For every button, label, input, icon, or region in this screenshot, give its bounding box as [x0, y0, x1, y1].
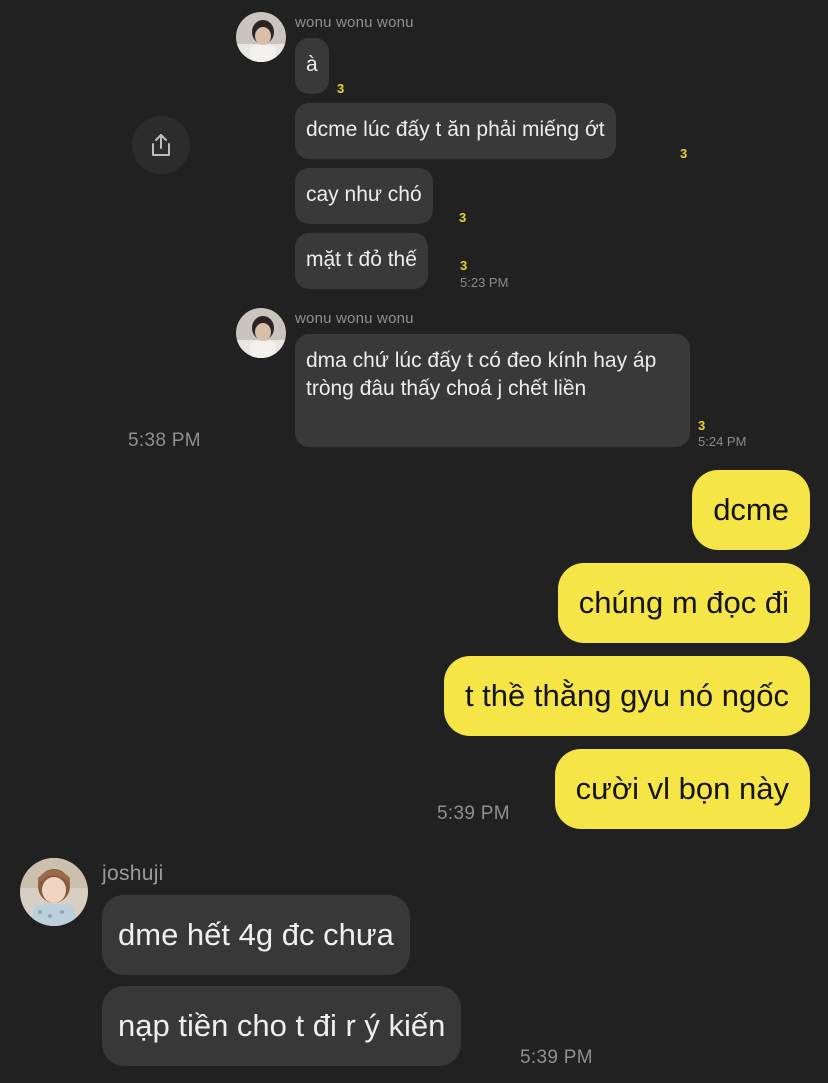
chat-screen: wonu wonu wonu à 3 dcme lúc đấy t ăn phả…: [0, 0, 828, 1083]
unread-count: 3: [460, 258, 468, 273]
inner-sender-name: wonu wonu wonu: [295, 310, 414, 327]
inner-message-bubble[interactable]: dma chứ lúc đấy t có đeo kính hay áp trò…: [295, 334, 690, 447]
inner-message-bubble[interactable]: mặt t đỏ thế: [295, 233, 428, 289]
sender-name: joshuji: [102, 862, 164, 885]
inner-message-time: 5:23 PM: [460, 275, 509, 290]
unread-count: 3: [337, 81, 345, 96]
outgoing-message-bubble[interactable]: dcme: [692, 470, 810, 550]
inner-message-bubble[interactable]: dcme lúc đấy t ăn phải miếng ớt: [295, 103, 616, 159]
inner-message-bubble[interactable]: cay như chó: [295, 168, 433, 224]
share-icon: [152, 134, 170, 156]
inner-avatar-wonu-2[interactable]: [236, 308, 286, 358]
avatar-photo-icon: [236, 12, 286, 62]
share-button[interactable]: [132, 116, 190, 174]
outgoing-message-bubble[interactable]: t thề thằng gyu nó ngốc: [443, 656, 810, 736]
inner-sender-name: wonu wonu wonu: [295, 14, 414, 31]
message-time: 5:39 PM: [437, 803, 510, 824]
outgoing-message-bubble[interactable]: cười vl bọn này: [554, 749, 810, 829]
avatar-joshuji[interactable]: [20, 858, 88, 926]
message-time: 5:38 PM: [128, 430, 201, 451]
outgoing-message-bubble[interactable]: chúng m đọc đi: [557, 563, 810, 643]
incoming-message-bubble[interactable]: nạp tiền cho t đi r ý kiến: [102, 986, 462, 1066]
incoming-message-bubble[interactable]: dme hết 4g đc chưa: [102, 895, 410, 975]
unread-count: 3: [680, 146, 688, 161]
message-time: 5:39 PM: [520, 1047, 593, 1068]
inner-message-bubble[interactable]: à: [295, 38, 329, 94]
avatar-photo-icon: [236, 308, 286, 358]
inner-message-time: 5:24 PM: [698, 434, 747, 449]
unread-count: 3: [698, 418, 706, 433]
avatar-photo-icon: [20, 858, 88, 926]
inner-avatar-wonu-1[interactable]: [236, 12, 286, 62]
unread-count: 3: [459, 210, 467, 225]
